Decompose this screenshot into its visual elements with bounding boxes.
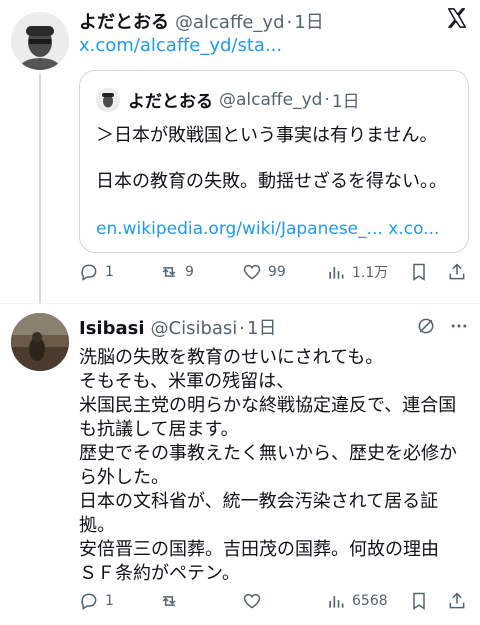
- author-name[interactable]: よだとおる: [79, 8, 169, 34]
- timestamp[interactable]: 1日: [247, 314, 276, 340]
- views-icon: [329, 596, 344, 608]
- tweet-text-line: 米国民主党の明らかな終戦協定違反で、連合国: [79, 395, 457, 416]
- repost-icon: [162, 596, 176, 606]
- reply-button[interactable]: 1: [79, 262, 114, 282]
- avatar[interactable]: [11, 313, 69, 371]
- tweet-text-line: 安倍晋三の国葬。吉田茂の国葬。何故の理由: [79, 539, 439, 560]
- bookmark-button[interactable]: [409, 262, 429, 282]
- quote-tweet[interactable]: よだとおる @alcaffe_yd · 1日 ＞日本が敗戦国という事実は有りませ…: [79, 70, 469, 253]
- heart-icon: [243, 593, 261, 609]
- quote-link[interactable]: en.wikipedia.org/wiki/Japanese_... x.co.…: [96, 219, 439, 239]
- quote-header: よだとおる @alcaffe_yd · 1日: [96, 87, 360, 112]
- repost-button[interactable]: [159, 591, 179, 611]
- tweet-text-line: そもそも、米軍の残留は、: [79, 371, 295, 392]
- reply-button[interactable]: 1: [79, 591, 114, 611]
- grok-icon[interactable]: [416, 316, 436, 336]
- reply-count: 1: [105, 264, 114, 280]
- heart-icon: [243, 264, 261, 280]
- views-count: 6568: [352, 593, 388, 609]
- quote-avatar: [96, 87, 120, 112]
- views-count: 1.1万: [352, 265, 389, 281]
- quote-text-line: ＞日本が敗戦国という事実は有りません。: [96, 125, 438, 146]
- tweet-link[interactable]: x.com/alcaffe_yd/sta...: [79, 35, 282, 56]
- tweet-header: よだとおる @alcaffe_yd · 1日: [79, 8, 324, 34]
- reply-icon: [81, 264, 97, 281]
- bookmark-icon: [413, 592, 425, 610]
- tweet-text-line: ら外した。: [79, 467, 169, 488]
- tweet-actions: 1 9 99 1.1万: [79, 262, 469, 286]
- avatar[interactable]: [11, 12, 69, 70]
- repost-button[interactable]: 9: [159, 262, 194, 282]
- tweet-actions: 1 6568: [79, 591, 469, 615]
- quote-text-line: 日本の教育の失敗。動揺せざるを得ない。。: [96, 171, 447, 192]
- separator-dot: ·: [324, 89, 330, 110]
- bookmark-button[interactable]: [409, 591, 429, 611]
- like-button[interactable]: 99: [242, 262, 286, 282]
- repost-count: 9: [185, 264, 194, 280]
- tweet-text-line: ＳＦ条約がペテン。: [79, 563, 240, 584]
- tweet-text-line: 日本の文科省が、統一教会汚染されて居る証: [79, 491, 439, 512]
- tweet-text-line: 歴史でその事教えたく無いから、歴史を必修か: [79, 443, 457, 464]
- author-handle[interactable]: @Cisibasi: [151, 318, 238, 339]
- like-button[interactable]: [242, 591, 262, 611]
- more-icon[interactable]: [448, 316, 470, 336]
- views-button[interactable]: 6568: [326, 591, 388, 611]
- author-handle[interactable]: @alcaffe_yd: [175, 12, 285, 33]
- share-button[interactable]: [447, 591, 467, 611]
- quote-timestamp: 1日: [331, 92, 360, 112]
- timestamp[interactable]: 1日: [294, 8, 323, 34]
- views-icon: [329, 267, 344, 279]
- divider: [0, 303, 480, 304]
- quote-author-name: よだとおる: [128, 92, 213, 112]
- thread-line: [39, 74, 41, 304]
- tweet-text-line: 拠。: [79, 515, 115, 536]
- separator-dot: ·: [239, 318, 246, 339]
- tweet-text-line: も抗議して居ます。: [79, 419, 239, 440]
- author-name[interactable]: Isibasi: [79, 318, 145, 339]
- separator-dot: ·: [286, 12, 293, 33]
- share-button[interactable]: [447, 262, 467, 282]
- like-count: 99: [268, 264, 286, 280]
- views-button[interactable]: 1.1万: [326, 262, 388, 282]
- share-icon: [449, 263, 465, 280]
- x-logo-icon[interactable]: [446, 7, 468, 29]
- reply-count: 1: [105, 593, 114, 609]
- tweet-text-line: 洗脳の失敗を教育のせいにされても。: [79, 347, 384, 368]
- bookmark-icon: [413, 263, 425, 281]
- tweet-header: Isibasi @Cisibasi · 1日: [79, 314, 276, 340]
- reply-icon: [81, 593, 97, 610]
- share-icon: [449, 592, 465, 609]
- repost-icon: [162, 267, 176, 277]
- quote-author-handle: @alcaffe_yd: [219, 89, 323, 110]
